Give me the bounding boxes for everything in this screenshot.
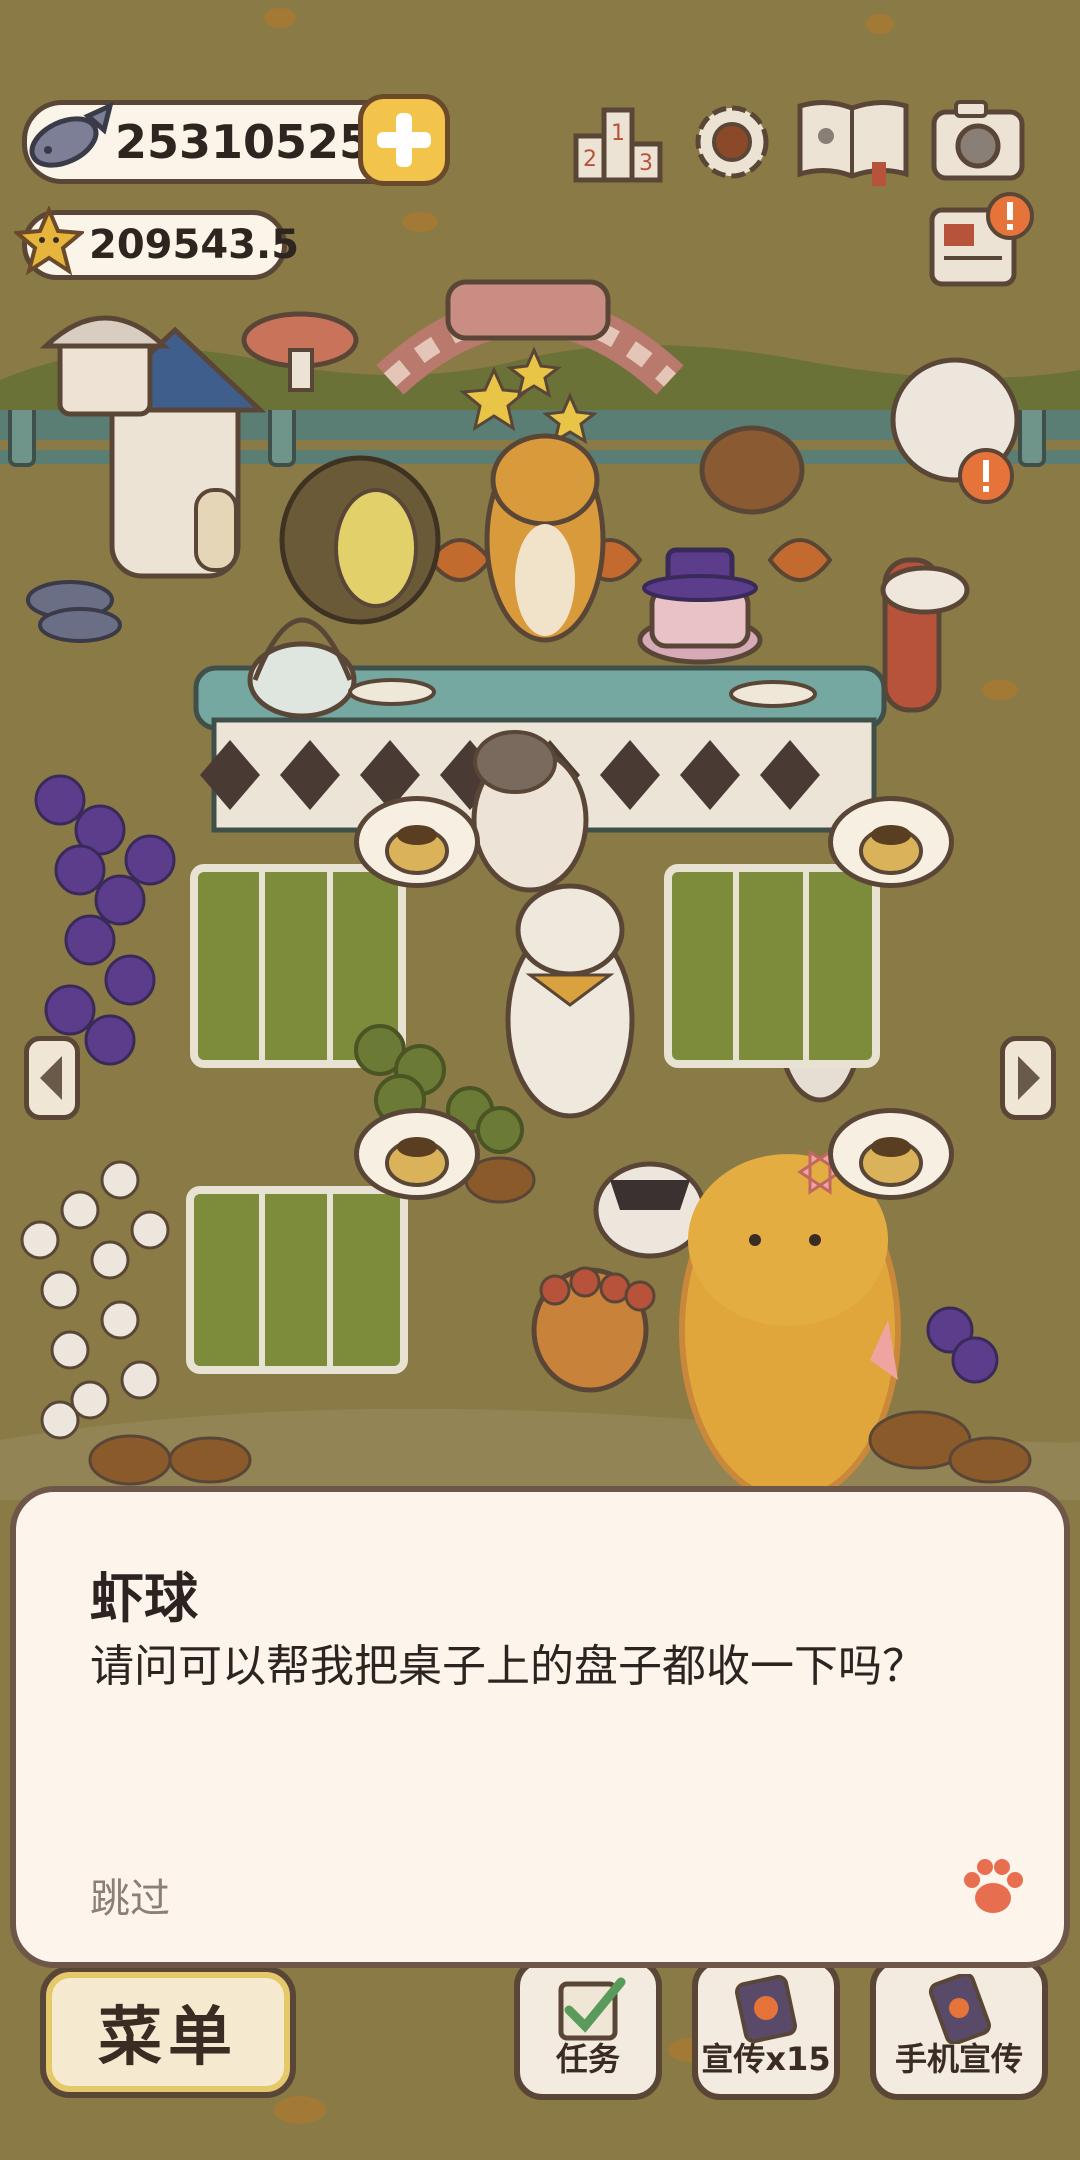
ranking-podium-icon[interactable]: 2 1 3: [572, 96, 664, 186]
notice-board-icon[interactable]: [924, 190, 1036, 290]
paw-icon: [964, 1859, 1023, 1913]
star-icon: [14, 206, 84, 276]
thought-bubble: [354, 1108, 480, 1200]
promo-button[interactable]: 宣传x15: [692, 1958, 840, 2100]
thought-bubble: [828, 796, 954, 888]
svg-text:3: 3: [639, 151, 653, 176]
svg-text:2: 2: [583, 147, 597, 172]
gear-icon[interactable]: [686, 96, 778, 188]
scroll-left-button[interactable]: [24, 1036, 80, 1120]
chevron-left-icon: [40, 1056, 62, 1100]
fish-icon: [29, 101, 114, 168]
speaker-name: 虾球: [90, 1567, 198, 1630]
plus-icon: [377, 113, 431, 167]
phone-promo-button[interactable]: 手机宣传: [870, 1958, 1048, 2100]
food-bag-icon: [859, 1137, 923, 1187]
scroll-right-button[interactable]: [1000, 1036, 1056, 1120]
tasks-button[interactable]: 任务: [514, 1958, 662, 2100]
checklist-icon: [558, 1977, 626, 2041]
menu-button[interactable]: 菜单: [40, 1966, 296, 2098]
skip-button[interactable]: 跳过: [90, 1866, 170, 1924]
add-fish-button[interactable]: [358, 94, 450, 186]
thought-bubble: [828, 1108, 954, 1200]
chevron-right-icon: [1018, 1056, 1040, 1100]
phone-icon: [928, 1974, 991, 2044]
thought-bubble: [354, 796, 480, 888]
alert-badge-icon[interactable]: [954, 444, 1018, 508]
food-bag-icon: [385, 1137, 449, 1187]
book-icon[interactable]: [794, 92, 912, 188]
star-currency-value: 209543.5: [89, 222, 300, 268]
menu-label: 菜单: [98, 2001, 238, 2075]
dialog-box[interactable]: 虾球 请问可以帮我把桌子上的盘子都收一下吗？ 跳过: [10, 1486, 1070, 1968]
camera-icon[interactable]: [930, 96, 1026, 184]
food-bag-icon: [385, 825, 449, 875]
dialog-text: 请问可以帮我把桌子上的盘子都收一下吗？: [90, 1641, 926, 1692]
svg-text:1: 1: [611, 121, 625, 146]
food-bag-icon: [859, 825, 923, 875]
flyer-icon: [735, 1974, 797, 2044]
